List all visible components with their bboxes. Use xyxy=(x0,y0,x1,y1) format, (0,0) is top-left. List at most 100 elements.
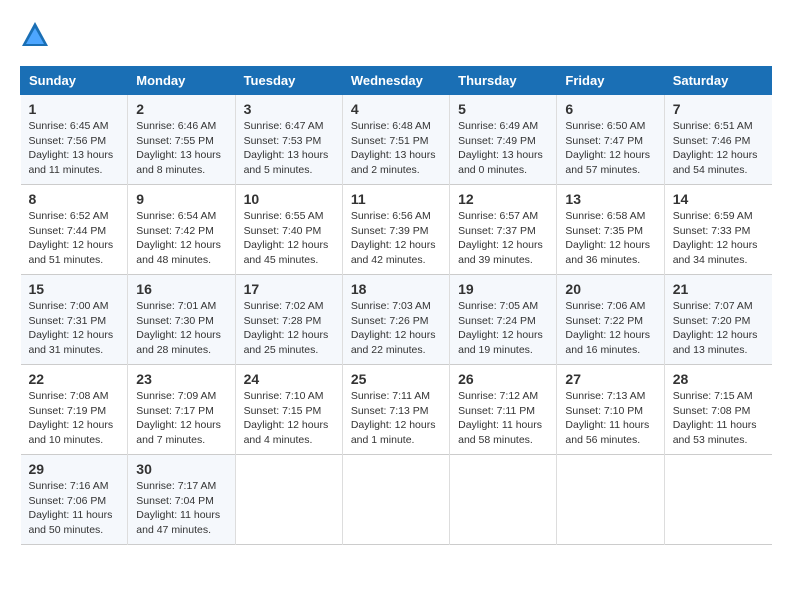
cell-info: Sunrise: 7:00 AMSunset: 7:31 PMDaylight:… xyxy=(29,300,114,356)
calendar-cell: 6 Sunrise: 6:50 AMSunset: 7:47 PMDaylight… xyxy=(557,95,664,185)
header-row: SundayMondayTuesdayWednesdayThursdayFrid… xyxy=(21,67,772,95)
calendar-cell: 7 Sunrise: 6:51 AMSunset: 7:46 PMDaylight… xyxy=(664,95,771,185)
cell-info: Sunrise: 6:56 AMSunset: 7:39 PMDaylight:… xyxy=(351,210,436,266)
day-number: 15 xyxy=(29,281,120,297)
cell-info: Sunrise: 7:09 AMSunset: 7:17 PMDaylight:… xyxy=(136,390,221,446)
calendar-cell xyxy=(450,455,557,545)
week-row-3: 15 Sunrise: 7:00 AMSunset: 7:31 PMDayligh… xyxy=(21,275,772,365)
calendar-cell: 1 Sunrise: 6:45 AMSunset: 7:56 PMDaylight… xyxy=(21,95,128,185)
day-number: 27 xyxy=(565,371,655,387)
cell-info: Sunrise: 7:12 AMSunset: 7:11 PMDaylight:… xyxy=(458,390,542,446)
day-number: 1 xyxy=(29,101,120,117)
calendar-cell: 28 Sunrise: 7:15 AMSunset: 7:08 PMDayligh… xyxy=(664,365,771,455)
calendar-cell: 2 Sunrise: 6:46 AMSunset: 7:55 PMDaylight… xyxy=(128,95,235,185)
calendar-cell: 14Sunrise: 6:59 AMSunset: 7:33 PMDayligh… xyxy=(664,185,771,275)
day-number: 7 xyxy=(673,101,764,117)
day-number: 30 xyxy=(136,461,226,477)
day-number: 8 xyxy=(29,191,120,207)
calendar-cell: 17 Sunrise: 7:02 AMSunset: 7:28 PMDayligh… xyxy=(235,275,342,365)
day-number: 28 xyxy=(673,371,764,387)
cell-info: Sunrise: 7:16 AMSunset: 7:06 PMDaylight:… xyxy=(29,480,113,536)
day-number: 6 xyxy=(565,101,655,117)
calendar-cell: 4Sunrise: 6:48 AMSunset: 7:51 PMDaylight… xyxy=(342,95,449,185)
calendar-cell: 18 Sunrise: 7:03 AMSunset: 7:26 PMDayligh… xyxy=(342,275,449,365)
calendar-cell: 8 Sunrise: 6:52 AMSunset: 7:44 PMDaylight… xyxy=(21,185,128,275)
calendar-table: SundayMondayTuesdayWednesdayThursdayFrid… xyxy=(20,66,772,545)
logo-icon xyxy=(20,20,50,50)
cell-info: Sunrise: 7:06 AMSunset: 7:22 PMDaylight:… xyxy=(565,300,650,356)
day-number: 26 xyxy=(458,371,548,387)
cell-info: Sunrise: 6:50 AMSunset: 7:47 PMDaylight:… xyxy=(565,120,650,176)
day-number: 5 xyxy=(458,101,548,117)
calendar-cell: 27 Sunrise: 7:13 AMSunset: 7:10 PMDayligh… xyxy=(557,365,664,455)
calendar-cell: 11 Sunrise: 6:56 AMSunset: 7:39 PMDayligh… xyxy=(342,185,449,275)
calendar-cell: 13Sunrise: 6:58 AMSunset: 7:35 PMDayligh… xyxy=(557,185,664,275)
cell-info: Sunrise: 6:46 AMSunset: 7:55 PMDaylight:… xyxy=(136,120,221,176)
day-number: 12 xyxy=(458,191,548,207)
cell-info: Sunrise: 7:01 AMSunset: 7:30 PMDaylight:… xyxy=(136,300,221,356)
calendar-cell xyxy=(557,455,664,545)
calendar-cell xyxy=(664,455,771,545)
week-row-4: 22Sunrise: 7:08 AMSunset: 7:19 PMDayligh… xyxy=(21,365,772,455)
day-number: 10 xyxy=(244,191,334,207)
header-friday: Friday xyxy=(557,67,664,95)
cell-info: Sunrise: 7:13 AMSunset: 7:10 PMDaylight:… xyxy=(565,390,649,446)
cell-info: Sunrise: 7:05 AMSunset: 7:24 PMDaylight:… xyxy=(458,300,543,356)
week-row-2: 8 Sunrise: 6:52 AMSunset: 7:44 PMDaylight… xyxy=(21,185,772,275)
day-number: 16 xyxy=(136,281,226,297)
logo xyxy=(20,20,54,50)
calendar-cell: 19Sunrise: 7:05 AMSunset: 7:24 PMDayligh… xyxy=(450,275,557,365)
calendar-cell xyxy=(235,455,342,545)
calendar-cell: 30 Sunrise: 7:17 AMSunset: 7:04 PMDayligh… xyxy=(128,455,235,545)
day-number: 3 xyxy=(244,101,334,117)
calendar-cell: 21Sunrise: 7:07 AMSunset: 7:20 PMDayligh… xyxy=(664,275,771,365)
calendar-cell: 29 Sunrise: 7:16 AMSunset: 7:06 PMDayligh… xyxy=(21,455,128,545)
cell-info: Sunrise: 6:54 AMSunset: 7:42 PMDaylight:… xyxy=(136,210,221,266)
cell-info: Sunrise: 6:47 AMSunset: 7:53 PMDaylight:… xyxy=(244,120,329,176)
day-number: 24 xyxy=(244,371,334,387)
day-number: 9 xyxy=(136,191,226,207)
calendar-cell: 26 Sunrise: 7:12 AMSunset: 7:11 PMDayligh… xyxy=(450,365,557,455)
calendar-cell: 5 Sunrise: 6:49 AMSunset: 7:49 PMDaylight… xyxy=(450,95,557,185)
day-number: 2 xyxy=(136,101,226,117)
cell-info: Sunrise: 6:51 AMSunset: 7:46 PMDaylight:… xyxy=(673,120,758,176)
day-number: 14 xyxy=(673,191,764,207)
calendar-cell: 23 Sunrise: 7:09 AMSunset: 7:17 PMDayligh… xyxy=(128,365,235,455)
calendar-cell: 9 Sunrise: 6:54 AMSunset: 7:42 PMDaylight… xyxy=(128,185,235,275)
calendar-cell: 12Sunrise: 6:57 AMSunset: 7:37 PMDayligh… xyxy=(450,185,557,275)
cell-info: Sunrise: 6:58 AMSunset: 7:35 PMDaylight:… xyxy=(565,210,650,266)
calendar-cell: 3 Sunrise: 6:47 AMSunset: 7:53 PMDaylight… xyxy=(235,95,342,185)
cell-info: Sunrise: 7:08 AMSunset: 7:19 PMDaylight:… xyxy=(29,390,114,446)
calendar-cell xyxy=(342,455,449,545)
cell-info: Sunrise: 6:49 AMSunset: 7:49 PMDaylight:… xyxy=(458,120,543,176)
calendar-cell: 16 Sunrise: 7:01 AMSunset: 7:30 PMDayligh… xyxy=(128,275,235,365)
calendar-cell: 15 Sunrise: 7:00 AMSunset: 7:31 PMDayligh… xyxy=(21,275,128,365)
day-number: 18 xyxy=(351,281,441,297)
header-wednesday: Wednesday xyxy=(342,67,449,95)
day-number: 20 xyxy=(565,281,655,297)
day-number: 17 xyxy=(244,281,334,297)
cell-info: Sunrise: 7:15 AMSunset: 7:08 PMDaylight:… xyxy=(673,390,757,446)
cell-info: Sunrise: 6:52 AMSunset: 7:44 PMDaylight:… xyxy=(29,210,114,266)
calendar-cell: 25 Sunrise: 7:11 AMSunset: 7:13 PMDayligh… xyxy=(342,365,449,455)
week-row-5: 29 Sunrise: 7:16 AMSunset: 7:06 PMDayligh… xyxy=(21,455,772,545)
calendar-cell: 10Sunrise: 6:55 AMSunset: 7:40 PMDayligh… xyxy=(235,185,342,275)
day-number: 23 xyxy=(136,371,226,387)
day-number: 25 xyxy=(351,371,441,387)
header-monday: Monday xyxy=(128,67,235,95)
calendar-cell: 24Sunrise: 7:10 AMSunset: 7:15 PMDayligh… xyxy=(235,365,342,455)
page-header xyxy=(20,20,772,50)
day-number: 29 xyxy=(29,461,120,477)
header-tuesday: Tuesday xyxy=(235,67,342,95)
cell-info: Sunrise: 7:03 AMSunset: 7:26 PMDaylight:… xyxy=(351,300,436,356)
header-thursday: Thursday xyxy=(450,67,557,95)
cell-info: Sunrise: 6:48 AMSunset: 7:51 PMDaylight:… xyxy=(351,120,436,176)
calendar-cell: 22Sunrise: 7:08 AMSunset: 7:19 PMDayligh… xyxy=(21,365,128,455)
header-sunday: Sunday xyxy=(21,67,128,95)
cell-info: Sunrise: 7:02 AMSunset: 7:28 PMDaylight:… xyxy=(244,300,329,356)
cell-info: Sunrise: 7:17 AMSunset: 7:04 PMDaylight:… xyxy=(136,480,220,536)
cell-info: Sunrise: 6:45 AMSunset: 7:56 PMDaylight:… xyxy=(29,120,114,176)
day-number: 11 xyxy=(351,191,441,207)
cell-info: Sunrise: 7:11 AMSunset: 7:13 PMDaylight:… xyxy=(351,390,436,446)
cell-info: Sunrise: 7:07 AMSunset: 7:20 PMDaylight:… xyxy=(673,300,758,356)
